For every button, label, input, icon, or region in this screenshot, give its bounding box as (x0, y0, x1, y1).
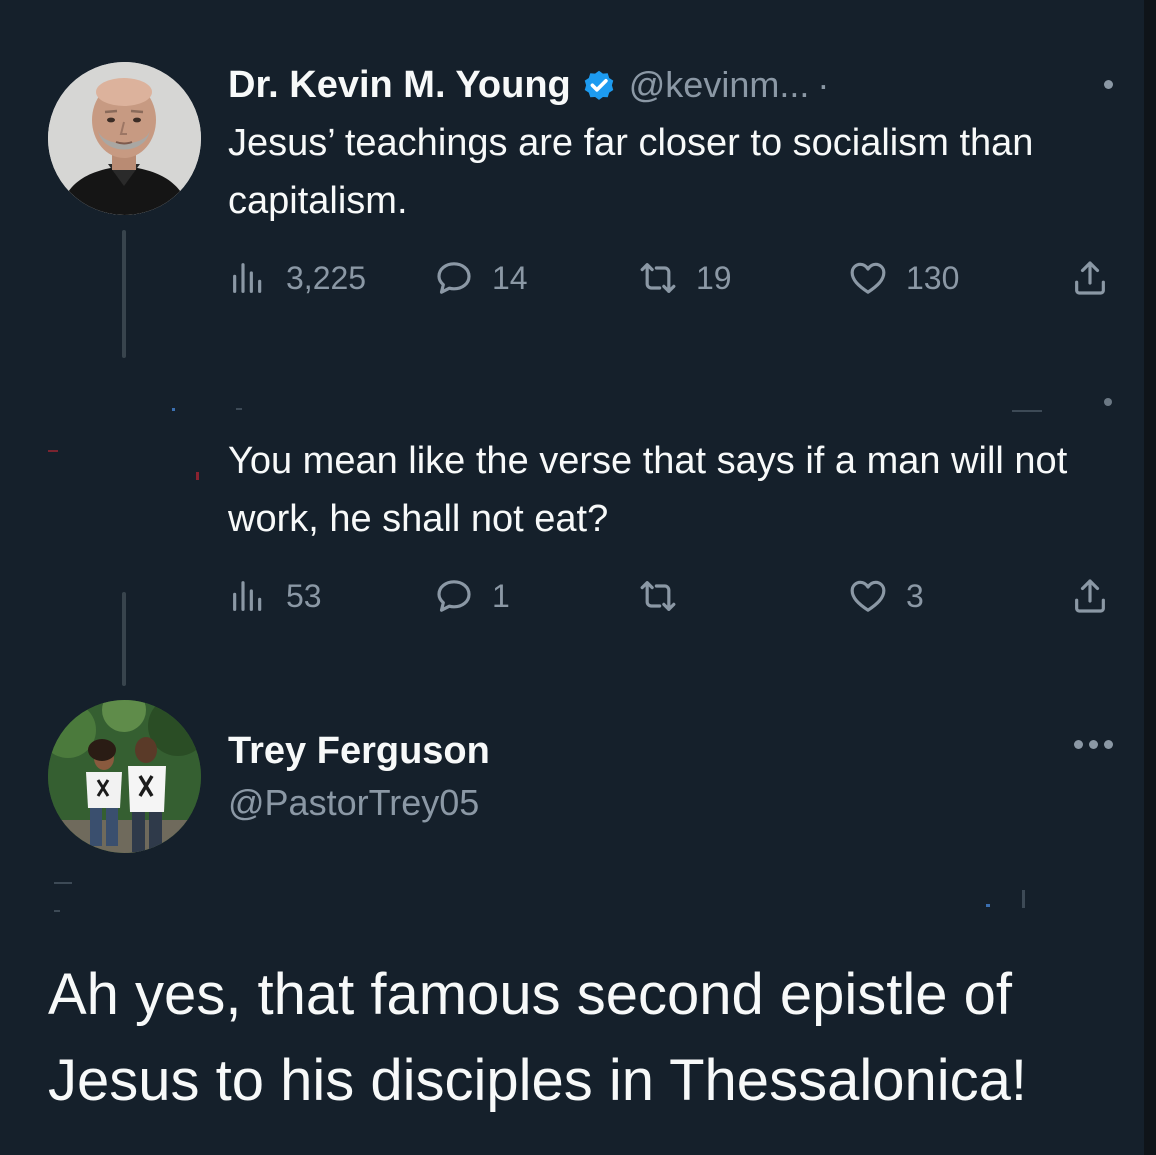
display-name[interactable]: Dr. Kevin M. Young (228, 64, 571, 107)
user-handle[interactable]: @PastorTrey05 (228, 782, 479, 824)
more-icon-dot (1089, 740, 1098, 749)
share-icon (1075, 579, 1105, 613)
avatar-trey-ferguson[interactable] (48, 700, 201, 853)
redaction-artifact (54, 910, 60, 912)
retweet-count: 19 (696, 259, 732, 296)
like-count: 3 (906, 577, 924, 614)
more-icon[interactable] (1104, 398, 1112, 406)
redaction-artifact (236, 408, 242, 410)
avatar-photo (48, 700, 201, 853)
like-button[interactable]: 3 (848, 574, 924, 618)
reply-count: 14 (492, 259, 528, 296)
more-icon-dot (1104, 740, 1113, 749)
thread-line (122, 592, 126, 686)
share-icon (1075, 261, 1105, 295)
more-icon-dot (1074, 740, 1083, 749)
retweet-button[interactable] (638, 574, 696, 618)
like-button[interactable]: 130 (848, 256, 959, 300)
more-icon[interactable] (1074, 740, 1113, 749)
user-handle[interactable]: @kevinm... (629, 64, 810, 106)
tweet-header: Dr. Kevin M. Young @kevinm... · (228, 60, 829, 110)
display-name[interactable]: Trey Ferguson (228, 730, 490, 773)
retweet-button[interactable]: 19 (638, 256, 732, 300)
like-count: 130 (906, 259, 960, 296)
views-count: 3,225 (286, 259, 367, 296)
tweet-header: Trey Ferguson (228, 726, 490, 776)
redaction-artifact (986, 904, 990, 907)
retweet-icon (640, 581, 676, 611)
tweet-text: Jesus’ teachings are far closer to socia… (228, 122, 1034, 222)
reply-button[interactable]: 1 (434, 574, 510, 618)
heart-icon (850, 580, 886, 612)
more-icon[interactable] (1104, 80, 1113, 89)
avatar-kevin-young[interactable] (48, 62, 201, 215)
share-button[interactable] (1070, 574, 1110, 618)
analytics-icon (233, 263, 262, 293)
redaction-artifact (196, 472, 199, 480)
reply-icon (437, 580, 471, 612)
avatar-photo (48, 62, 201, 215)
views-button[interactable]: 3,225 (228, 256, 366, 300)
tweet-text-main: Ah yes, that famous second epistle of Je… (48, 962, 1027, 1113)
redaction-artifact (172, 408, 175, 411)
redaction-artifact (1022, 890, 1025, 908)
heart-icon (850, 262, 886, 294)
reply-icon (437, 262, 471, 294)
retweet-icon (640, 263, 676, 293)
redaction-artifact (54, 882, 72, 884)
redaction-artifact (1012, 410, 1042, 412)
views-button[interactable]: 53 (228, 574, 322, 618)
verified-badge-icon (584, 70, 613, 100)
thread-line (122, 230, 126, 358)
share-button[interactable] (1070, 256, 1110, 300)
analytics-icon (233, 581, 262, 611)
redaction-artifact (48, 450, 58, 452)
tweet-text: You mean like the verse that says if a m… (228, 440, 1068, 540)
views-count: 53 (286, 577, 322, 614)
reply-count: 1 (492, 577, 510, 614)
separator-dot: · (817, 64, 830, 105)
tweet-actions: 3,225 14 19 130 (228, 256, 1118, 300)
tweet-actions: 53 1 3 (228, 574, 1118, 618)
right-edge-strip (1144, 0, 1156, 1155)
reply-button[interactable]: 14 (434, 256, 528, 300)
